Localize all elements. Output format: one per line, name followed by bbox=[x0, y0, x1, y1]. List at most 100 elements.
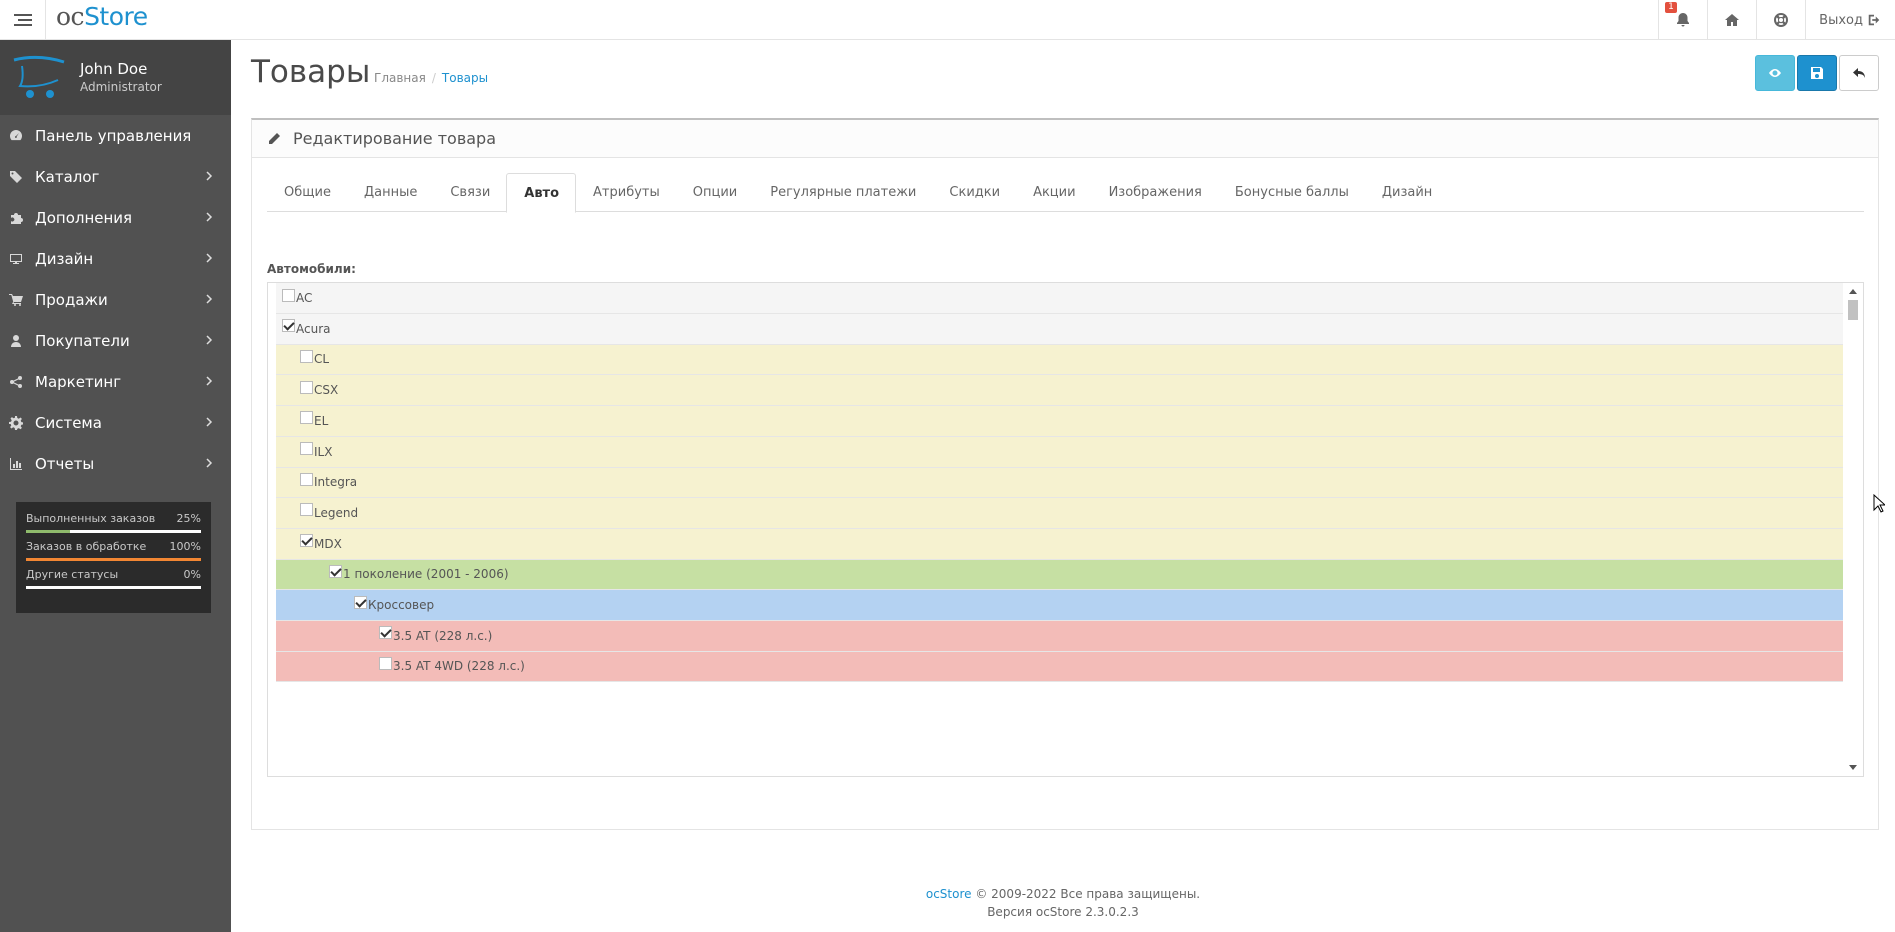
tree-row-label: Integra bbox=[314, 475, 358, 490]
tree-checkbox[interactable] bbox=[354, 595, 367, 609]
chevron-right-icon bbox=[206, 458, 213, 468]
notification-badge: 1 bbox=[1665, 2, 1677, 13]
bell-icon bbox=[1677, 13, 1690, 27]
chevron-right-icon bbox=[206, 417, 213, 427]
stat-processing: Заказов в обработке 100% bbox=[26, 540, 201, 561]
tree-checkbox[interactable] bbox=[379, 656, 392, 670]
tree-row-label: 1 поколение (2001 - 2006) bbox=[343, 567, 509, 582]
sidebar-item-sales[interactable]: Продажи bbox=[0, 279, 231, 320]
panel-heading: Редактирование товара bbox=[252, 120, 1878, 158]
logout-button[interactable]: Выход bbox=[1805, 0, 1895, 40]
top-header: ocStore 1 Выход bbox=[0, 0, 1895, 40]
help-button[interactable] bbox=[1756, 0, 1805, 40]
preview-button[interactable] bbox=[1755, 55, 1795, 91]
tab-1[interactable]: Данные bbox=[347, 173, 433, 212]
tree-row: Legend bbox=[276, 497, 1844, 529]
sidebar-item-customers[interactable]: Покупатели bbox=[0, 320, 231, 361]
reply-icon bbox=[1853, 68, 1865, 78]
home-button[interactable] bbox=[1707, 0, 1756, 40]
sidebar-item-design[interactable]: Дизайн bbox=[0, 238, 231, 279]
home-icon bbox=[1725, 14, 1740, 26]
order-stats: Выполненных заказов 25% Заказов в обработ… bbox=[16, 502, 211, 613]
tree-checkbox[interactable] bbox=[300, 472, 313, 486]
tree-checkbox[interactable] bbox=[300, 442, 313, 455]
sidebar-item-extensions[interactable]: Дополнения bbox=[0, 197, 231, 238]
tree-scrollbar[interactable] bbox=[1843, 283, 1863, 776]
tree-row-label: MDX bbox=[314, 536, 342, 551]
tree-row-label: Legend bbox=[314, 505, 359, 520]
progress-bar bbox=[26, 558, 201, 561]
car-tree[interactable]: 3.5 AT 4WD (228 л.с.) 3.5 AT (228 л.с.) Кр… bbox=[267, 282, 1864, 777]
footer-version: Версия ocStore 2.3.0.2.3 bbox=[987, 905, 1139, 919]
stat-completed: Выполненных заказов 25% bbox=[26, 512, 201, 533]
tree-row-label: CSX bbox=[314, 383, 339, 398]
tree-checkbox[interactable] bbox=[282, 319, 295, 333]
user-icon bbox=[8, 334, 24, 348]
tree-row-label: 3.5 AT 4WD (228 л.с.) bbox=[393, 659, 525, 674]
tree-checkbox[interactable] bbox=[300, 380, 313, 394]
tree-row: CSX bbox=[276, 375, 1844, 407]
scroll-up-arrow[interactable] bbox=[1849, 289, 1857, 294]
tree-row: ILX bbox=[276, 436, 1844, 468]
floppy-icon bbox=[1811, 67, 1823, 79]
tree-checkbox[interactable] bbox=[329, 564, 342, 578]
hamburger-icon bbox=[13, 14, 32, 26]
scroll-down-arrow[interactable] bbox=[1849, 765, 1857, 770]
tab-10[interactable]: Бонусные баллы bbox=[1218, 173, 1365, 212]
tree-row: Integra bbox=[276, 467, 1844, 499]
sign-out-icon bbox=[1868, 14, 1880, 26]
tab-11[interactable]: Дизайн bbox=[1365, 173, 1448, 212]
tab-8[interactable]: Акции bbox=[1016, 173, 1092, 212]
tree-checkbox[interactable] bbox=[300, 503, 313, 517]
sidebar-item-dashboard[interactable]: Панель управления bbox=[0, 115, 231, 156]
dashboard-icon bbox=[8, 129, 24, 143]
breadcrumb-current[interactable]: Товары bbox=[442, 71, 488, 85]
desktop-icon bbox=[8, 252, 24, 266]
sidebar-item-marketing[interactable]: Маркетинг bbox=[0, 361, 231, 402]
cars-label: Автомобили: bbox=[267, 262, 356, 276]
tree-row-label: 3.5 AT (228 л.с.) bbox=[393, 628, 493, 643]
share-icon bbox=[8, 375, 24, 389]
tab-3[interactable]: Авто bbox=[506, 173, 577, 213]
back-button[interactable] bbox=[1839, 55, 1879, 91]
tab-9[interactable]: Изображения bbox=[1092, 173, 1218, 212]
chevron-right-icon bbox=[206, 212, 213, 222]
breadcrumb: Главная / Товары bbox=[374, 71, 489, 85]
tab-6[interactable]: Регулярные платежи bbox=[753, 173, 932, 212]
tree-checkbox[interactable] bbox=[300, 349, 313, 363]
user-profile[interactable]: John Doe Administrator bbox=[0, 40, 231, 115]
tab-0[interactable]: Общие bbox=[267, 173, 347, 212]
tree-row-label: ILX bbox=[314, 444, 333, 459]
tab-5[interactable]: Опции bbox=[676, 173, 753, 212]
scroll-thumb[interactable] bbox=[1848, 300, 1858, 320]
menu-toggle-button[interactable] bbox=[0, 0, 46, 40]
tree-checkbox[interactable] bbox=[300, 411, 313, 425]
sidebar-item-system[interactable]: Система bbox=[0, 402, 231, 443]
tree-checkbox[interactable] bbox=[379, 626, 392, 640]
user-role: Administrator bbox=[80, 80, 162, 94]
page-title: Товары bbox=[251, 54, 371, 90]
sidebar-item-reports[interactable]: Отчеты bbox=[0, 443, 231, 484]
footer-brand-link[interactable]: ocStore bbox=[926, 887, 972, 901]
tree-checkbox[interactable] bbox=[300, 534, 313, 548]
tree-row: MDX bbox=[276, 528, 1844, 560]
pencil-icon bbox=[269, 132, 280, 144]
tab-4[interactable]: Атрибуты bbox=[576, 173, 676, 212]
save-button[interactable] bbox=[1797, 55, 1837, 91]
tree-checkbox[interactable] bbox=[282, 288, 295, 302]
tab-2[interactable]: Связи bbox=[433, 173, 506, 212]
page-actions bbox=[1755, 55, 1879, 91]
tab-7[interactable]: Скидки bbox=[932, 173, 1016, 212]
site-logo[interactable]: ocStore bbox=[56, 2, 148, 31]
tree-row: EL bbox=[276, 405, 1844, 437]
tree-row-label: EL bbox=[314, 413, 329, 428]
tree-row-label: AC bbox=[296, 291, 313, 305]
tree-row-label: Кроссовер bbox=[368, 598, 435, 612]
notifications-button[interactable]: 1 bbox=[1658, 0, 1707, 40]
sidebar-item-catalog[interactable]: Каталог bbox=[0, 156, 231, 197]
mouse-cursor-icon bbox=[1873, 494, 1885, 513]
chevron-right-icon bbox=[206, 253, 213, 263]
tree-row-label: CL bbox=[314, 352, 330, 367]
tags-icon bbox=[8, 170, 24, 184]
breadcrumb-home[interactable]: Главная bbox=[374, 71, 426, 85]
